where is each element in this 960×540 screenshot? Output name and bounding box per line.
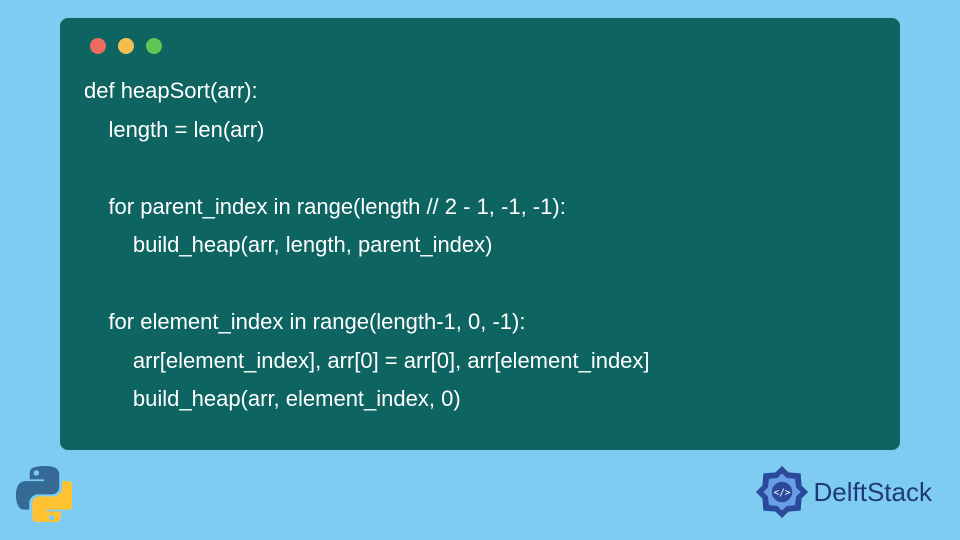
- python-logo-icon: [16, 466, 72, 522]
- maximize-icon: [146, 38, 162, 54]
- code-window: def heapSort(arr): length = len(arr) for…: [60, 18, 900, 450]
- traffic-lights: [84, 38, 876, 54]
- brand-logo: </> DelftStack: [754, 464, 933, 520]
- brand-name: DelftStack: [814, 477, 933, 508]
- code-content: def heapSort(arr): length = len(arr) for…: [84, 72, 876, 419]
- minimize-icon: [118, 38, 134, 54]
- svg-text:</>: </>: [773, 488, 790, 499]
- close-icon: [90, 38, 106, 54]
- brand-badge-icon: </>: [754, 464, 810, 520]
